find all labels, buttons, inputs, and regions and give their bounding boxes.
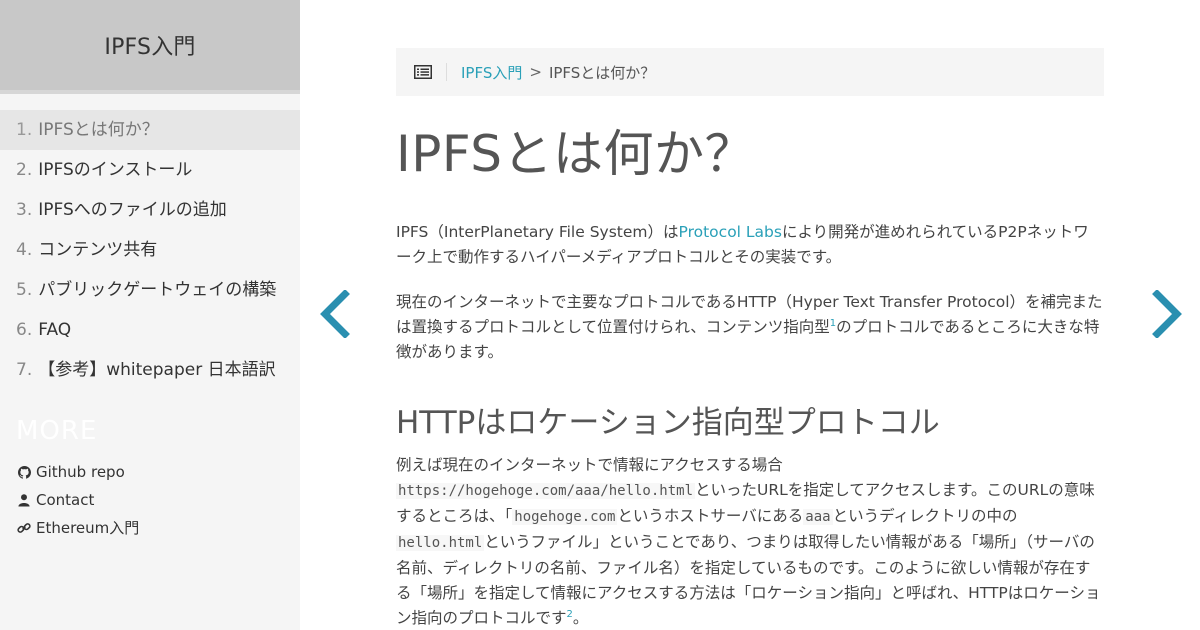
text-span: 。 [572,609,589,627]
section-heading: HTTPはロケーション指向型プロトコル [396,405,940,441]
breadcrumb-separator: > [529,63,542,81]
page-title: IPFSとは何か？ [396,125,756,183]
text-span: IPFS（InterPlanetary File System）は [396,223,679,241]
sidebar: IPFS入門 1. IPFSとは何か？ 2. IPFSのインストール 3. IPFSへ… [0,0,300,630]
toc-item-7[interactable]: 7. 【参考】whitepaper 日本語訳 [0,350,300,390]
protocol-labs-link[interactable]: Protocol Labs [679,223,782,241]
previous-page-button[interactable] [314,288,354,340]
link-label: Contact [36,491,95,509]
breadcrumb-current: IPFSとは何か？ [548,63,656,82]
user-icon [16,492,32,508]
link-contact[interactable]: Contact [0,486,300,514]
toc-label: FAQ [38,320,72,340]
toc-item-4[interactable]: 4. コンテンツ共有 [0,230,300,270]
text-span: というディレクトリの中の [832,507,1018,525]
chevron-right-icon [1152,290,1182,338]
book-title[interactable]: IPFS入門 [104,29,195,61]
toc-number: 4. [16,240,33,260]
code-file: hello.html [396,535,485,551]
text-span: 例えば現在のインターネットで情報にアクセスする場合 [396,456,783,474]
toc-label: IPFSのインストール [38,160,193,180]
text-span: というホストサーバにある [617,507,804,525]
breadcrumb-divider [446,63,447,81]
paragraph-location: 例えば現在のインターネットで情報にアクセスする場合 https://hogehog… [396,453,1104,630]
toc-item-3[interactable]: 3. IPFSへのファイルの追加 [0,190,300,230]
toc-number: 5. [16,280,33,300]
link-label: Ethereum入門 [36,519,140,537]
main-content: IPFS入門 > IPFSとは何か？ IPFSとは何か？ IPFS（InterP… [396,48,1104,630]
github-icon [16,464,32,480]
toc-label: 【参考】whitepaper 日本語訳 [38,360,276,380]
paragraph-http: 現在のインターネットで主要なプロトコルであるHTTP（Hyper Text Tr… [396,290,1104,365]
table-of-contents: 1. IPFSとは何か？ 2. IPFSのインストール 3. IPFSへのファイルの追… [0,110,300,390]
code-url: https://hogehoge.com/aaa/hello.html [396,483,696,499]
next-page-button[interactable] [1146,288,1186,340]
toc-label: パブリックゲートウェイの構築 [38,280,277,300]
sidebar-header[interactable]: IPFS入門 [0,0,300,94]
toc-number: 7. [16,360,33,380]
chevron-left-icon [320,290,350,338]
code-host: hogehoge.com [512,509,618,525]
toc-number: 6. [16,320,33,340]
code-dir: aaa [803,509,833,525]
toc-number: 1. [16,120,33,140]
toc-item-2[interactable]: 2. IPFSのインストール [0,150,300,190]
breadcrumb-home-link[interactable]: IPFS入門 [461,62,522,83]
link-ethereum[interactable]: Ethereum入門 [0,514,300,542]
toc-label: コンテンツ共有 [38,240,158,260]
sidebar-links: Github repo Contact Ethereum入門 [0,458,300,542]
toc-item-6[interactable]: 6. FAQ [0,310,300,350]
toc-label: IPFSへのファイルの追加 [38,200,227,220]
toc-item-5[interactable]: 5. パブリックゲートウェイの構築 [0,270,300,310]
paragraph-intro: IPFS（InterPlanetary File System）はProtoco… [396,220,1104,270]
link-label: Github repo [36,463,125,481]
text-span: というファイル」ということであり、つまりは取得したい情報がある「場所」（サーバの… [396,533,1101,627]
toc-item-1[interactable]: 1. IPFSとは何か？ [0,110,300,150]
toc-toggle-icon[interactable] [414,65,432,79]
toc-number: 3. [16,200,33,220]
toc-number: 2. [16,160,33,180]
toc-label: IPFSとは何か？ [38,120,159,140]
more-heading: MORE [16,416,98,446]
link-github[interactable]: Github repo [0,458,300,486]
link-icon [16,520,32,536]
breadcrumb: IPFS入門 > IPFSとは何か？ [396,48,1104,96]
